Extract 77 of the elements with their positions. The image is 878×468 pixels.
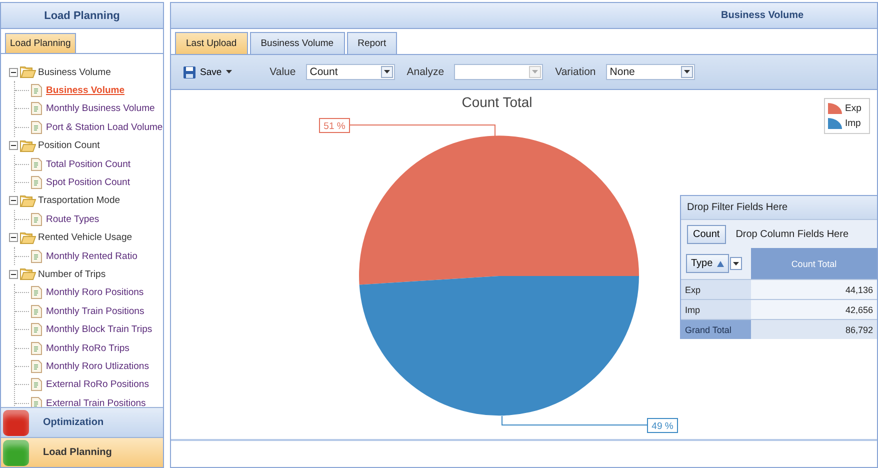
table-cell: 86,792 [751,320,877,339]
collapse-icon[interactable] [9,68,18,77]
table-cell: 44,136 [751,280,877,299]
page-icon [31,102,42,116]
page-icon [31,360,42,373]
tree-group[interactable]: Business Volume [38,66,111,78]
legend-label: Exp [845,103,862,114]
nav-button[interactable]: Optimization [1,407,163,437]
tree-item[interactable]: Monthly Train Positions [46,306,144,317]
chart-title: Count Total [462,94,532,110]
page-icon [31,120,42,134]
tree-item[interactable]: External RoRo Positions [46,379,149,390]
table-cell: 42,656 [751,300,877,319]
column-drop-area: Drop Column Fields Here [736,228,849,240]
tree-item[interactable]: Monthly Roro Utlizations [46,360,149,372]
collapse-icon[interactable] [9,270,18,279]
field-label: Value [270,66,296,78]
panel-title: Business Volume [721,10,804,21]
row-field-button[interactable]: Type [686,254,729,273]
page-icon [31,286,42,300]
dropdown-field[interactable]: Count [306,64,395,80]
page-icon [31,250,42,263]
tree-item[interactable]: Total Position Count [46,158,130,170]
tab[interactable]: Report [346,32,398,54]
folder-icon [20,66,36,78]
data-label: 51 % [319,118,350,133]
tree-item[interactable]: Port & Station Load Volume [46,122,163,133]
page-icon [31,396,42,407]
panel-title: Load Planning [1,3,163,29]
column-header: Count Total [751,248,877,279]
save-button[interactable]: Save [181,64,234,80]
tree-item[interactable]: Monthly Roro Positions [46,287,144,298]
field-label: Variation [555,66,596,78]
tree-item[interactable]: Business Volume [46,85,124,96]
tree-group[interactable]: Number of Trips [38,268,106,280]
tree-group[interactable]: Position Count [38,140,100,152]
tree-group[interactable]: Rented Vehicle Usage [38,232,132,244]
page-icon [31,304,42,318]
tree-item[interactable]: External Train Positions [46,398,146,407]
page-icon [31,158,42,171]
page-icon [31,212,42,226]
folder-icon [20,194,36,207]
folder-icon [20,140,36,152]
legend-label: Imp [845,118,861,129]
save-icon [183,66,196,78]
page-icon [31,84,42,98]
row-header: Imp [681,300,751,319]
tree-item[interactable]: Monthly Business Volume [46,103,155,114]
row-header: Exp [681,280,751,299]
data-label: 49 % [647,418,678,433]
sort-up-icon [716,260,724,266]
tree-item[interactable]: Monthly Rented Ratio [46,250,138,262]
filter-dropdown-icon[interactable] [730,257,742,270]
field-label: Analyze [406,66,444,78]
page-icon [31,323,42,336]
caret-icon [226,70,232,74]
tree-item[interactable]: Spot Position Count [46,177,130,188]
folder-icon [20,232,36,244]
page-icon [31,176,42,190]
sidebar-tab[interactable]: Load Planning [5,33,76,53]
row-header: Grand Total [681,320,751,339]
data-field-button[interactable]: Count [687,224,726,244]
nav-button[interactable]: Load Planning [1,437,163,467]
tab[interactable]: Business Volume [250,32,345,54]
collapse-icon[interactable] [9,141,18,150]
dropdown-field[interactable]: None [606,64,695,80]
tree-item[interactable]: Route Types [46,214,100,225]
tree-item[interactable]: Monthly RoRo Trips [46,342,130,354]
tree-item[interactable]: Monthly Block Train Trips [46,324,152,336]
collapse-icon[interactable] [9,233,18,242]
page-icon [31,342,42,355]
page-icon [31,378,42,392]
collapse-icon[interactable] [9,196,18,206]
folder-icon [20,268,36,280]
filter-drop-area: Drop Filter Fields Here [681,195,877,220]
tree-group[interactable]: Trasportation Mode [38,195,120,206]
tab[interactable]: Last Upload [175,32,248,54]
